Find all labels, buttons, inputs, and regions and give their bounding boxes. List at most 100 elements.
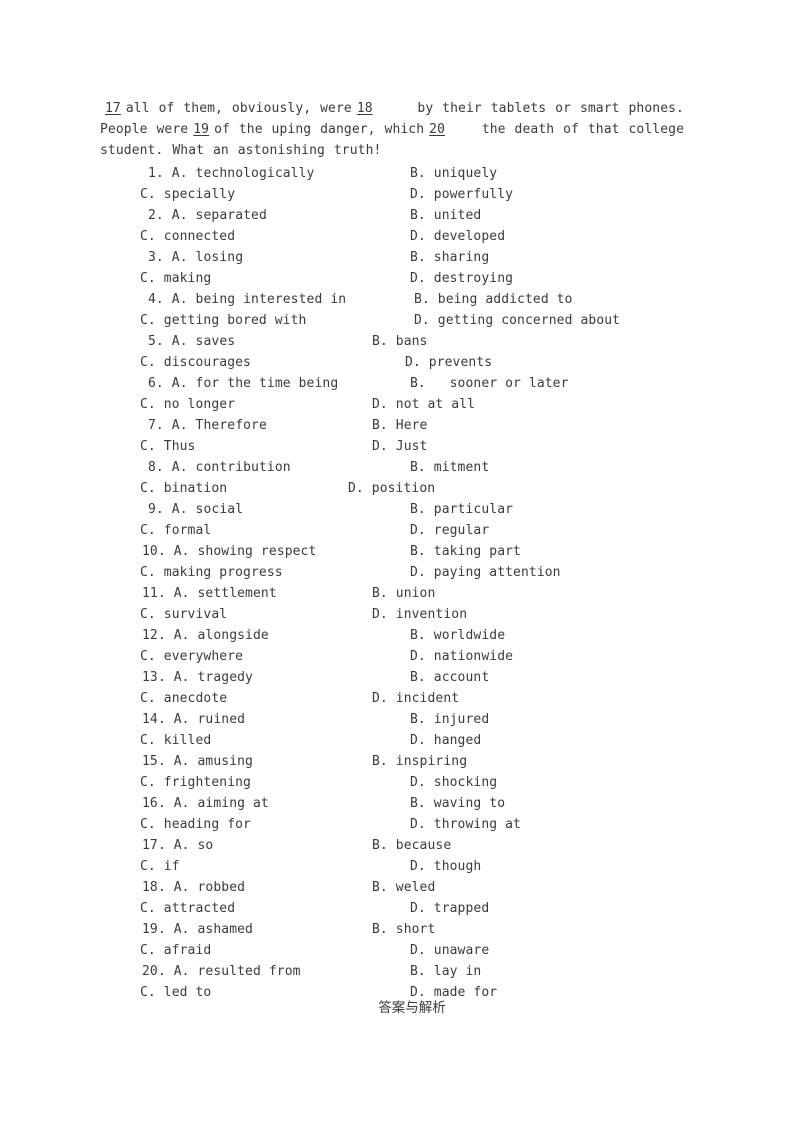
option-text: sharing [433,250,490,265]
option-c-12[interactable]: C. everywhere [140,646,243,667]
blank-18: 18 [356,101,373,116]
option-d-2[interactable]: D. developed [410,226,505,247]
option-b-17[interactable]: B. because [372,835,451,856]
question-row-15-cd: C. frightening D. shocking [0,772,800,793]
option-c-18[interactable]: C. attracted [140,898,235,919]
option-c-6[interactable]: C. no longer [140,394,235,415]
option-c-3[interactable]: C. making [140,268,211,289]
question-number-18: 18. A. robbed [142,877,245,898]
option-d-3[interactable]: D. destroying [410,268,513,289]
option-text: no longer [163,397,236,412]
option-b-13[interactable]: B. account [410,667,489,688]
option-letter: C. [140,901,164,916]
option-d-16[interactable]: D. throwing at [410,814,521,835]
option-c-9[interactable]: C. formal [140,520,211,541]
question-number-19: 19. A. ashamed [142,919,253,940]
option-b-5[interactable]: B. bans [372,331,428,352]
option-b-1[interactable]: B. uniquely [410,163,497,184]
question-number-text: 5. [148,334,172,349]
option-text: account [433,670,490,685]
option-a-14[interactable]: A. ruined [174,712,245,727]
option-c-1[interactable]: C. specially [140,184,235,205]
option-d-13[interactable]: D. incident [372,688,459,709]
option-b-11[interactable]: B. union [372,583,435,604]
option-d-9[interactable]: D. regular [410,520,489,541]
option-c-7[interactable]: C. Thus [140,436,196,457]
option-a-17[interactable]: A. so [174,838,214,853]
option-a-1[interactable]: A. technologically [172,166,315,181]
option-a-9[interactable]: A. social [172,502,243,517]
option-b-20[interactable]: B. lay in [410,961,481,982]
option-a-18[interactable]: A. robbed [174,880,245,895]
answer-heading-text: 答案与解析 [378,1000,446,1016]
option-c-15[interactable]: C. frightening [140,772,251,793]
option-letter: D. [410,817,434,832]
option-a-6[interactable]: A. for the time being [172,376,338,391]
option-c-2[interactable]: C. connected [140,226,235,247]
option-text: invention [395,607,468,622]
option-d-1[interactable]: D. powerfully [410,184,513,205]
option-c-10[interactable]: C. making progress [140,562,283,583]
option-text: specially [163,187,236,202]
option-letter: B. [410,502,434,517]
option-b-12[interactable]: B. worldwide [410,625,505,646]
option-a-5[interactable]: A. saves [172,334,235,349]
option-b-2[interactable]: B. united [410,205,481,226]
option-c-19[interactable]: C. afraid [140,940,211,961]
question-row-12-ab: 12. A. alongside B. worldwide [0,625,800,646]
option-b-9[interactable]: B. particular [410,499,513,520]
option-d-12[interactable]: D. nationwide [410,646,513,667]
option-b-8[interactable]: B. mitment [410,457,489,478]
option-d-11[interactable]: D. invention [372,604,467,625]
option-c-16[interactable]: C. heading for [140,814,251,835]
option-a-4[interactable]: A. being interested in [172,292,346,307]
option-a-12[interactable]: A. alongside [174,628,269,643]
option-d-19[interactable]: D. unaware [410,940,489,961]
option-a-7[interactable]: A. Therefore [172,418,267,433]
option-d-5[interactable]: D. prevents [405,352,492,373]
option-b-4[interactable]: B. being addicted to [414,289,573,310]
option-a-19[interactable]: A. ashamed [174,922,253,937]
option-a-10[interactable]: A. showing respect [174,544,317,559]
option-c-13[interactable]: C. anecdote [140,688,227,709]
option-c-11[interactable]: C. survival [140,604,227,625]
option-b-14[interactable]: B. injured [410,709,489,730]
option-b-7[interactable]: B. Here [372,415,428,436]
option-c-14[interactable]: C. killed [140,730,211,751]
option-b-16[interactable]: B. waving to [410,793,505,814]
option-letter: C. [140,271,164,286]
option-a-3[interactable]: A. losing [172,250,243,265]
option-d-4[interactable]: D. getting concerned about [414,310,620,331]
option-a-15[interactable]: A. amusing [174,754,253,769]
option-c-5[interactable]: C. discourages [140,352,251,373]
option-a-20[interactable]: A. resulted from [174,964,301,979]
option-text: everywhere [163,649,244,664]
option-d-14[interactable]: D. hanged [410,730,481,751]
option-b-3[interactable]: B. sharing [410,247,489,268]
option-d-18[interactable]: D. trapped [410,898,489,919]
option-d-6[interactable]: D. not at all [372,394,475,415]
option-text: sooner or later [433,376,569,391]
option-letter: C. [140,775,164,790]
option-a-13[interactable]: A. tragedy [174,670,253,685]
question-row-17-cd: C. if D. though [0,856,800,877]
option-c-4[interactable]: C. getting bored with [140,310,306,331]
option-b-10[interactable]: B. taking part [410,541,521,562]
option-d-15[interactable]: D. shocking [410,772,497,793]
question-number-text: 10. [142,544,174,559]
option-a-2[interactable]: A. separated [172,208,267,223]
option-a-8[interactable]: A. contribution [172,460,291,475]
option-d-8[interactable]: D. position [348,478,435,499]
option-d-10[interactable]: D. paying attention [410,562,561,583]
option-d-17[interactable]: D. though [410,856,481,877]
option-c-8[interactable]: C. bination [140,478,227,499]
option-b-19[interactable]: B. short [372,919,435,940]
option-c-17[interactable]: C. if [140,856,180,877]
option-b-18[interactable]: B. weled [372,877,435,898]
option-b-6[interactable]: B. sooner or later [410,373,569,394]
option-a-11[interactable]: A. settlement [174,586,277,601]
option-a-16[interactable]: A. aiming at [174,796,269,811]
option-d-7[interactable]: D. Just [372,436,428,457]
question-row-6-ab: 6. A. for the time being B. sooner or lat… [0,373,800,394]
option-b-15[interactable]: B. inspiring [372,751,467,772]
